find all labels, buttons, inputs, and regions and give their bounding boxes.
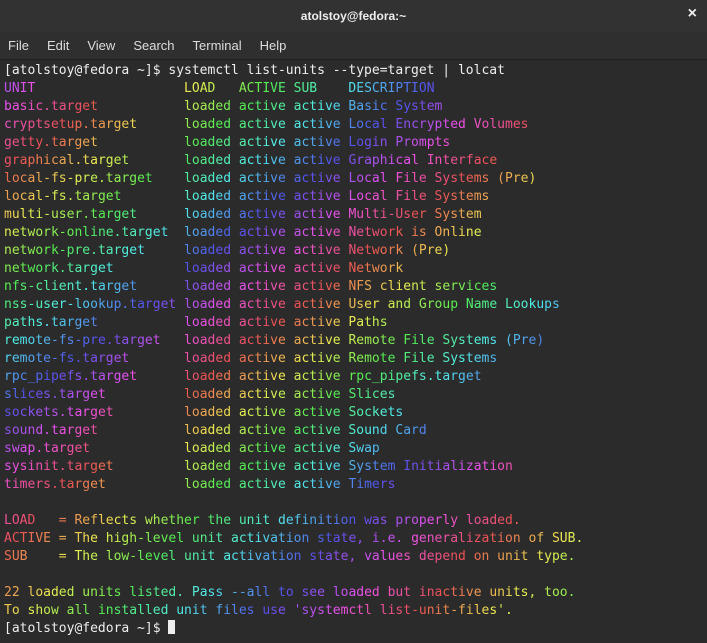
menu-terminal[interactable]: Terminal	[193, 37, 242, 55]
close-icon[interactable]: ×	[688, 5, 697, 23]
window-titlebar: atolstoy@fedora:~ ×	[0, 0, 707, 32]
menu-edit[interactable]: Edit	[47, 37, 69, 55]
menu-help[interactable]: Help	[260, 37, 287, 55]
menu-file[interactable]: File	[8, 37, 29, 55]
menu-view[interactable]: View	[87, 37, 115, 55]
shell-prompt: [atolstoy@fedora ~]$	[4, 621, 168, 636]
text-cursor	[168, 620, 175, 634]
terminal-output[interactable]: [atolstoy@fedora ~]$ systemctl list-unit…	[0, 60, 707, 640]
menu-bar: File Edit View Search Terminal Help	[0, 32, 707, 60]
shell-prompt: [atolstoy@fedora ~]$	[4, 63, 168, 78]
window-title: atolstoy@fedora:~	[301, 7, 406, 25]
shell-command: systemctl list-units --type=target | lol…	[168, 63, 505, 78]
menu-search[interactable]: Search	[133, 37, 174, 55]
